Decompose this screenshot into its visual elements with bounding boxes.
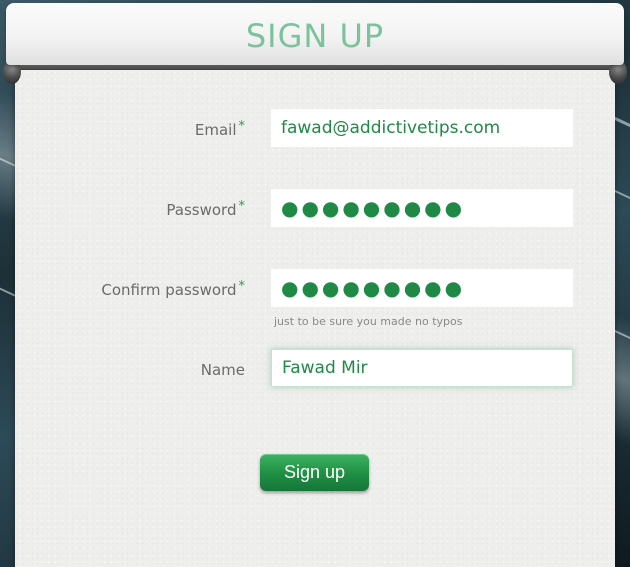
confirm-password-field-value: ●●●●●●●●● — [281, 276, 466, 300]
confirm-password-label-text: Confirm password — [101, 281, 237, 299]
email-label: Email * — [194, 119, 246, 139]
email-field[interactable]: fawad@addictivetips.com — [271, 109, 573, 147]
email-field-value: fawad@addictivetips.com — [281, 118, 501, 138]
confirm-password-field[interactable]: ●●●●●●●●● — [271, 269, 573, 307]
name-label: Name — [201, 361, 245, 379]
name-label-text: Name — [200, 361, 245, 379]
password-required-mark: * — [238, 199, 246, 214]
confirm-password-required-mark: * — [238, 279, 246, 294]
name-field-value: Fawad Mir — [282, 358, 368, 378]
name-field[interactable]: Fawad Mir — [271, 349, 573, 387]
email-label-text: Email — [194, 121, 237, 139]
page-title: SIGN UP — [245, 17, 385, 55]
confirm-password-label: Confirm password * — [101, 279, 246, 299]
password-label: Password * — [166, 199, 246, 219]
password-field[interactable]: ●●●●●●●●● — [271, 189, 573, 227]
password-label-text: Password — [166, 201, 237, 219]
form-header: SIGN UP — [6, 3, 624, 65]
confirm-password-hint: just to be sure you made no typos — [274, 315, 463, 328]
password-field-value: ●●●●●●●●● — [281, 196, 466, 220]
email-required-mark: * — [238, 119, 246, 134]
sign-up-button[interactable]: Sign up — [260, 454, 369, 491]
